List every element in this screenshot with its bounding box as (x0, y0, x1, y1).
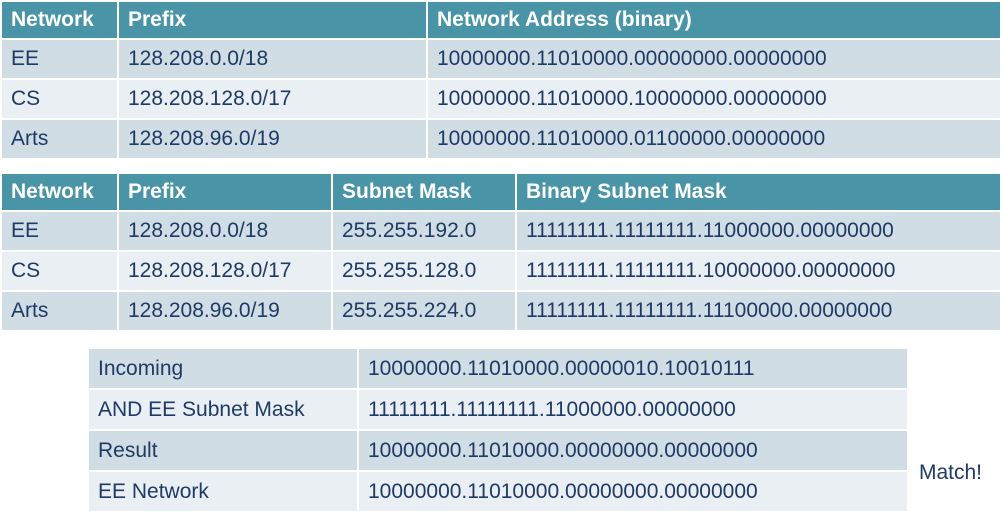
cell-network-address-binary: 10000000.11010000.00000000.00000000 (426, 38, 1002, 80)
binary-value: 11111111.11111111.11000000.00000000 (357, 388, 909, 431)
binary-value: 10000000.11010000.00000000.00000000 (357, 429, 909, 472)
table-header-row: Network Prefix Subnet Mask Binary Subnet… (0, 172, 1002, 212)
header-binary-subnet-mask: Binary Subnet Mask (515, 172, 1002, 212)
row-label-result: Result (87, 429, 359, 472)
cell-network: EE (0, 38, 119, 80)
row-label-ee-network: EE Network (87, 470, 359, 513)
binary-value: 10000000.11010000.00000010.10010111 (357, 347, 909, 390)
table-row: CS 128.208.128.0/17 10000000.11010000.10… (0, 78, 1002, 120)
table-row: EE Network 10000000.11010000.00000000.00… (87, 470, 909, 513)
header-prefix: Prefix (117, 172, 333, 212)
binary-value: 10000000.11010000.00000000.00000000 (357, 470, 909, 513)
table-row: Arts 128.208.96.0/19 255.255.224.0 11111… (0, 290, 1002, 332)
row-label-incoming: Incoming (87, 347, 359, 390)
cell-binary-subnet-mask: 11111111.11111111.11000000.00000000 (515, 210, 1002, 252)
cell-prefix: 128.208.96.0/19 (117, 290, 333, 332)
cell-network: CS (0, 250, 119, 292)
table-row: Arts 128.208.96.0/19 10000000.11010000.0… (0, 118, 1002, 160)
cell-prefix: 128.208.128.0/17 (117, 250, 333, 292)
cell-binary-subnet-mask: 11111111.11111111.11100000.00000000 (515, 290, 1002, 332)
cell-subnet-mask: 255.255.128.0 (331, 250, 517, 292)
table-header-row: Network Prefix Network Address (binary) (0, 0, 1002, 40)
network-address-table: Network Prefix Network Address (binary) … (0, 0, 1002, 160)
cell-prefix: 128.208.0.0/18 (117, 38, 428, 80)
cell-prefix: 128.208.0.0/18 (117, 210, 333, 252)
subnet-mask-table: Network Prefix Subnet Mask Binary Subnet… (0, 172, 1002, 332)
header-subnet-mask: Subnet Mask (331, 172, 517, 212)
match-label: Match! (919, 461, 983, 484)
header-network: Network (0, 172, 119, 212)
cell-prefix: 128.208.128.0/17 (117, 78, 428, 120)
table-row: CS 128.208.128.0/17 255.255.128.0 111111… (0, 250, 1002, 292)
cell-subnet-mask: 255.255.192.0 (331, 210, 517, 252)
table-row: AND EE Subnet Mask 11111111.11111111.110… (87, 388, 909, 431)
and-operation-table: Incoming 10000000.11010000.00000010.1001… (87, 347, 909, 513)
cell-network: CS (0, 78, 119, 120)
cell-network: Arts (0, 290, 119, 332)
cell-network: Arts (0, 118, 119, 160)
table-row: Incoming 10000000.11010000.00000010.1001… (87, 347, 909, 390)
table-row: EE 128.208.0.0/18 255.255.192.0 11111111… (0, 210, 1002, 252)
header-network: Network (0, 0, 119, 40)
cell-network-address-binary: 10000000.11010000.01100000.00000000 (426, 118, 1002, 160)
row-label-and-mask: AND EE Subnet Mask (87, 388, 359, 431)
header-network-address-binary: Network Address (binary) (426, 0, 1002, 40)
cell-prefix: 128.208.96.0/19 (117, 118, 428, 160)
cell-network-address-binary: 10000000.11010000.10000000.00000000 (426, 78, 1002, 120)
table-row: EE 128.208.0.0/18 10000000.11010000.0000… (0, 38, 1002, 80)
table-row: Result 10000000.11010000.00000000.000000… (87, 429, 909, 472)
cell-binary-subnet-mask: 11111111.11111111.10000000.00000000 (515, 250, 1002, 292)
cell-network: EE (0, 210, 119, 252)
header-prefix: Prefix (117, 0, 428, 40)
cell-subnet-mask: 255.255.224.0 (331, 290, 517, 332)
